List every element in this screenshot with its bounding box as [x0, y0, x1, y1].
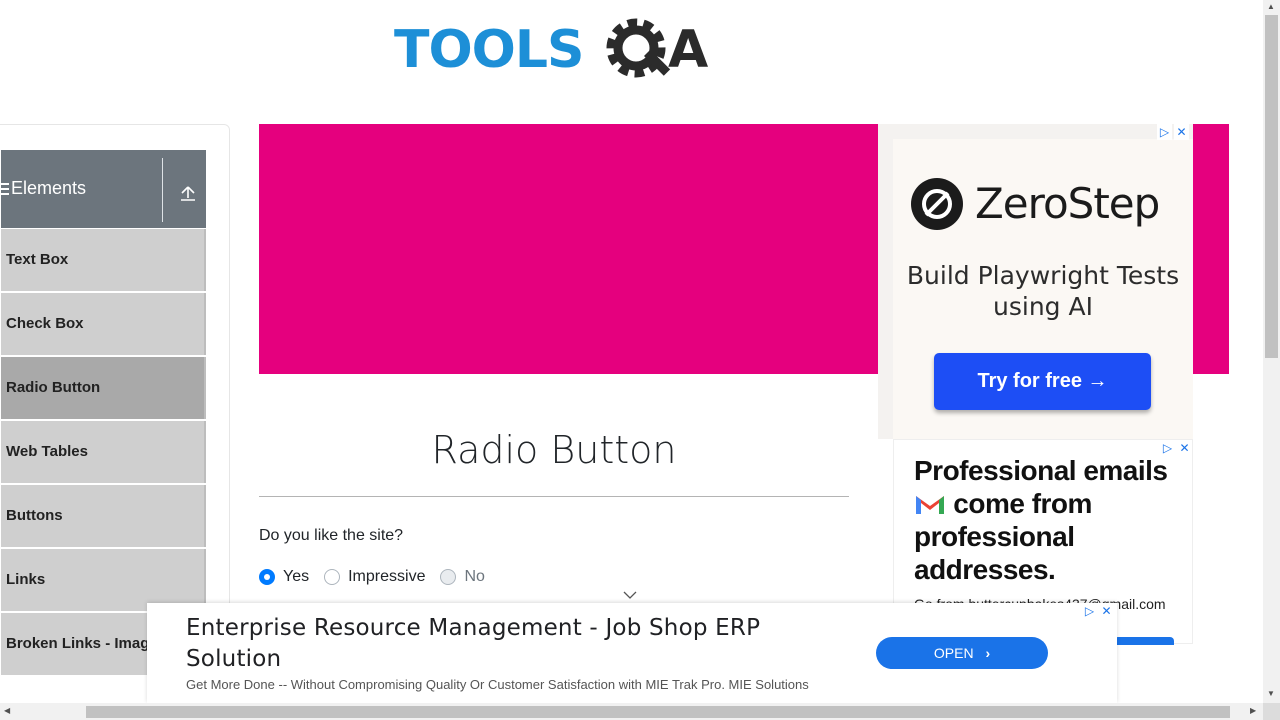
scroll-right-icon[interactable]: ▶ — [1250, 706, 1256, 715]
ad-close-icon[interactable]: ✕ — [1174, 124, 1189, 140]
elements-group-title: Elements — [11, 178, 87, 198]
header-divider — [162, 158, 163, 222]
ad-info-icon[interactable]: ▷ — [1157, 124, 1172, 140]
gmail-icon — [916, 496, 944, 514]
radio-impressive-input[interactable] — [324, 569, 341, 585]
zerostep-ad[interactable]: ZeroStep Build Playwright Tests using AI… — [878, 124, 1193, 439]
elements-group-header[interactable]: Elements — [1, 150, 206, 228]
sidebar-item-web-tables[interactable]: Web Tables — [1, 421, 206, 483]
toolsqa-logo[interactable]: TOOLS A — [394, 14, 718, 92]
scroll-up-icon[interactable]: ▲ — [1267, 2, 1275, 11]
sidebar-item-check-box[interactable]: Check Box — [1, 293, 206, 355]
zerostep-tagline: Build Playwright Tests using AI — [906, 261, 1180, 321]
ad-info-icon[interactable]: ▷ — [1082, 603, 1097, 619]
zerostep-logo-icon — [911, 178, 963, 230]
radio-yes-label[interactable]: Yes — [283, 568, 309, 586]
email-ad-headline: Professional emails come from profession… — [914, 454, 1184, 586]
logo-text-a: A — [668, 20, 708, 80]
sidebar-item-radio-button[interactable]: Radio Button — [1, 357, 206, 419]
title-divider — [259, 496, 849, 497]
headline-part-1: Professional emails — [914, 455, 1168, 486]
scroll-left-icon[interactable]: ◀ — [4, 706, 10, 715]
horizontal-scrollbar[interactable]: ◀ ▶ — [0, 703, 1263, 720]
ad-right[interactable]: ZeroStep Build Playwright Tests using AI… — [878, 124, 1193, 645]
sidebar-item-buttons[interactable]: Buttons — [1, 485, 206, 547]
radio-question: Do you like the site? — [259, 527, 404, 544]
horizontal-scroll-thumb[interactable] — [86, 706, 1230, 718]
gear-icon — [606, 18, 671, 78]
chevron-down-icon[interactable] — [622, 590, 638, 600]
vertical-scrollbar[interactable]: ▲ ▼ — [1263, 0, 1280, 703]
radio-yes[interactable]: Yes — [259, 568, 309, 586]
ad-close-icon[interactable]: ✕ — [1099, 603, 1114, 619]
bottom-ad-choices[interactable]: ▷ ✕ — [1082, 603, 1114, 619]
radio-no-input — [440, 569, 457, 585]
radio-no-label: No — [464, 568, 485, 585]
open-button[interactable]: OPEN › — [876, 637, 1048, 669]
ad-choices[interactable]: ▷ ✕ — [1157, 124, 1189, 140]
sidebar-item-links[interactable]: Links — [1, 549, 206, 611]
sidebar-item-text-box[interactable]: Text Box — [1, 229, 206, 291]
scroll-down-icon[interactable]: ▼ — [1267, 689, 1275, 698]
collapse-arrow-icon[interactable] — [179, 184, 197, 202]
vertical-scroll-thumb[interactable] — [1265, 15, 1278, 358]
scrollbar-corner — [1263, 703, 1280, 720]
bottom-ad-description: Get More Done -- Without Compromising Qu… — [186, 677, 809, 692]
email-ad-cta[interactable] — [1114, 637, 1174, 645]
radio-impressive-label[interactable]: Impressive — [348, 568, 425, 586]
page-title: Radio Button — [431, 428, 677, 472]
zerostep-brand: ZeroStep — [975, 179, 1160, 228]
bottom-ad-title[interactable]: Enterprise Resource Management - Job Sho… — [186, 613, 826, 675]
open-button-label[interactable]: OPEN — [934, 645, 974, 661]
logo-text-tools: TOOLS — [394, 20, 583, 80]
bottom-ad[interactable]: ▷ ✕ Enterprise Resource Management - Job… — [147, 603, 1117, 703]
chevron-right-icon: › — [985, 645, 991, 661]
radio-impressive[interactable]: Impressive — [324, 568, 425, 586]
menu-icon — [1, 183, 9, 195]
radio-group: Yes Impressive No — [259, 566, 500, 588]
radio-yes-input[interactable] — [259, 569, 275, 585]
try-for-free-button[interactable]: Try for free → — [934, 353, 1151, 410]
radio-no: No — [440, 568, 485, 586]
